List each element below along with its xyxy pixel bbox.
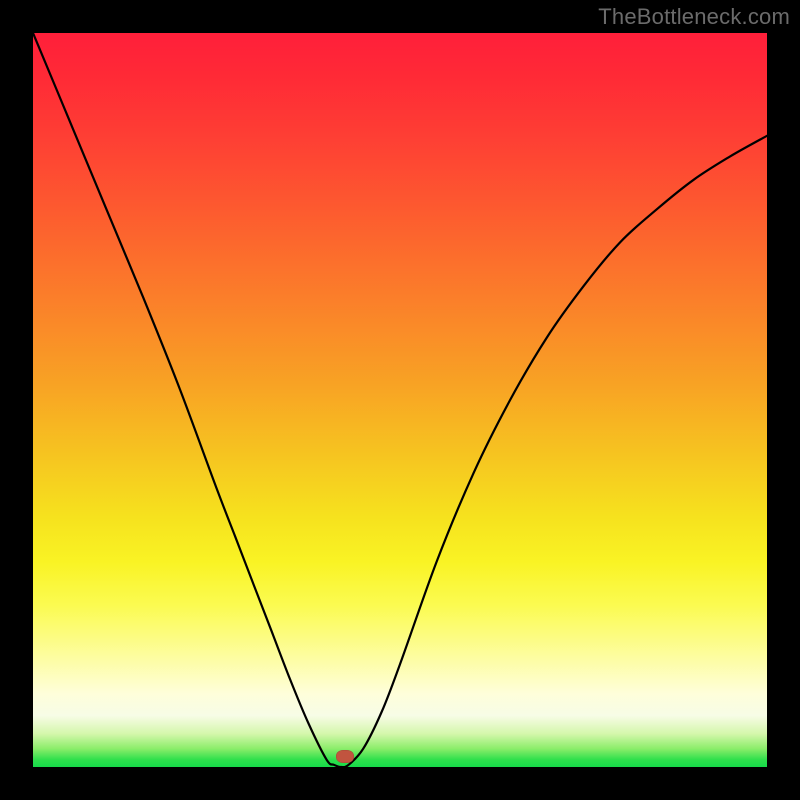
watermark-text: TheBottleneck.com [598, 4, 790, 30]
bottleneck-curve [33, 33, 767, 767]
plot-area [33, 33, 767, 767]
optimal-point-marker [336, 750, 354, 763]
chart-frame: TheBottleneck.com [0, 0, 800, 800]
